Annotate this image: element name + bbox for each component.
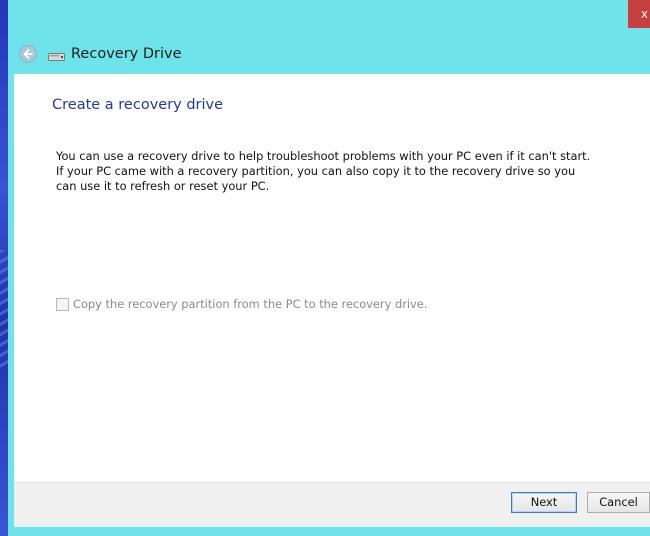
wizard-footer: Next Cancel <box>14 482 650 527</box>
copy-partition-label: Copy the recovery partition from the PC … <box>73 297 428 311</box>
description-text: You can use a recovery drive to help tro… <box>56 149 591 193</box>
window-title: Recovery Drive <box>71 46 182 62</box>
content-panel: Create a recovery drive You can use a re… <box>14 74 650 482</box>
close-button[interactable]: x <box>628 0 650 28</box>
window-bottom-border <box>8 527 650 536</box>
recovery-drive-window: x Recovery Drive Create a recovery drive… <box>8 0 650 536</box>
wizard-header: Recovery Drive <box>8 36 650 74</box>
page-title: Create a recovery drive <box>52 97 224 113</box>
next-button[interactable]: Next <box>511 492 577 513</box>
back-arrow-icon <box>23 49 33 59</box>
back-button[interactable] <box>19 45 37 63</box>
title-bar: x <box>8 0 650 36</box>
drive-icon <box>48 53 65 61</box>
copy-partition-checkbox[interactable] <box>56 298 69 311</box>
cancel-button[interactable]: Cancel <box>587 492 650 513</box>
